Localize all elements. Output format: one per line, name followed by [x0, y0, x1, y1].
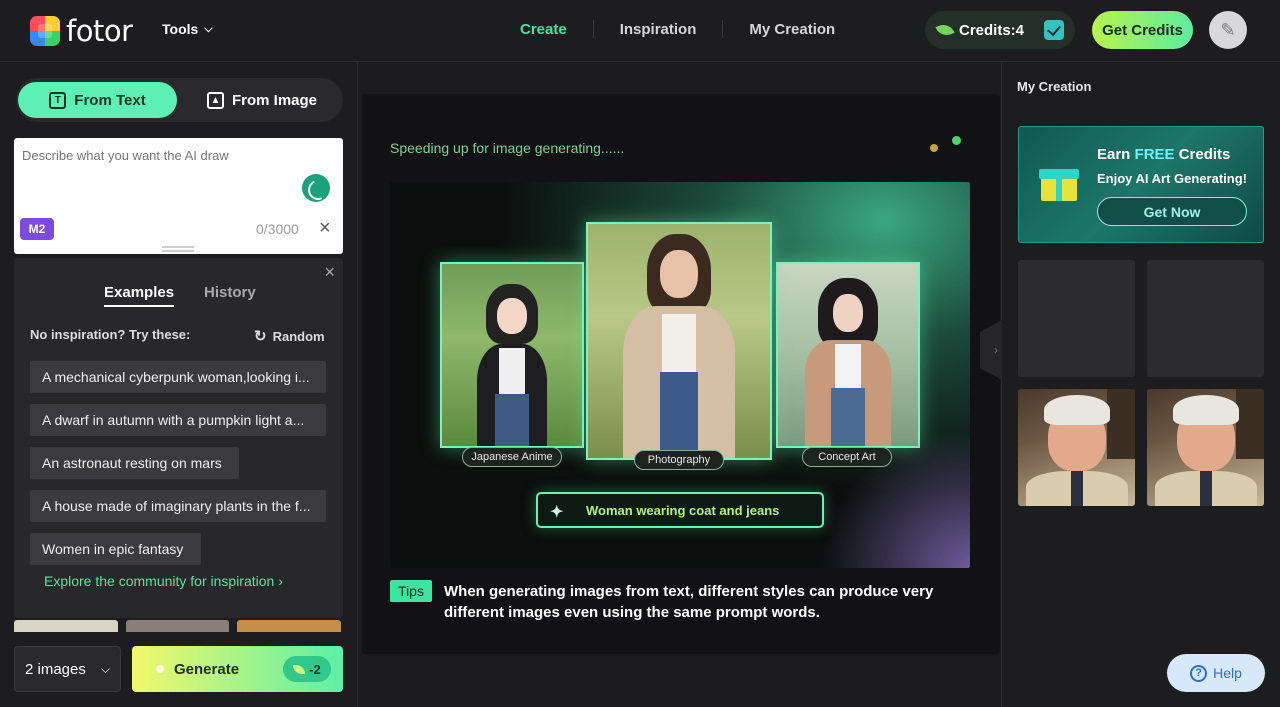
fotor-logo[interactable]: fotor — [30, 14, 133, 48]
refresh-icon: ↻ — [254, 328, 267, 345]
image-count-value: 2 images — [25, 660, 86, 678]
sample-prompt-pill: ✦ Woman wearing coat and jeans — [536, 492, 824, 528]
explore-community-link[interactable]: Explore the community for inspiration › — [44, 573, 283, 589]
tools-label: Tools — [162, 21, 199, 37]
generation-status: Speeding up for image generating...... — [390, 140, 625, 156]
clear-prompt-icon[interactable]: × — [319, 218, 331, 238]
leaf-icon — [293, 664, 306, 674]
logo-mark-icon — [30, 16, 60, 46]
creation-thumbnail[interactable] — [1147, 389, 1264, 506]
example-chip[interactable]: An astronaut resting on mars — [30, 447, 239, 479]
generate-cost: -2 — [309, 661, 321, 677]
tips-text: When generating images from text, differ… — [444, 583, 934, 621]
credits-display[interactable]: Credits:4 — [925, 11, 1075, 49]
from-text-label: From Text — [74, 91, 146, 109]
from-text-tab[interactable]: T From Text — [18, 82, 177, 118]
examples-tabs: Examples History — [104, 284, 256, 307]
tips-badge: Tips — [390, 580, 432, 602]
style-label-concept-art: Concept Art — [802, 447, 892, 467]
help-label: Help — [1213, 665, 1242, 681]
promo-title-free: FREE — [1134, 146, 1175, 163]
preview-area: Speeding up for image generating...... J… — [359, 62, 1001, 707]
left-panel: T From Text ▲ From Image M2 0/3000 × × E… — [0, 62, 358, 707]
promo-title: Earn FREE Credits — [1097, 146, 1230, 163]
help-button[interactable]: ? Help — [1167, 654, 1265, 692]
chevron-right-icon: › — [278, 573, 283, 589]
style-showcase-banner: Japanese Anime Photography Concept Art ✦… — [390, 182, 970, 568]
user-icon: ✎ — [1220, 19, 1236, 40]
tab-history[interactable]: History — [204, 284, 256, 307]
concept-art-style-card — [776, 262, 920, 448]
get-credits-button[interactable]: Get Credits — [1092, 11, 1193, 49]
explore-label: Explore the community for inspiration — [44, 573, 275, 589]
promo-subtitle: Enjoy AI Art Generating! — [1097, 171, 1247, 186]
model-badge[interactable]: M2 — [20, 218, 54, 240]
nav-inspiration[interactable]: Inspiration — [594, 21, 723, 38]
image-count-select[interactable]: 2 images ⌵ — [14, 646, 121, 692]
chevron-down-icon: ⌵ — [100, 661, 110, 676]
chevron-down-icon: ⌵ — [204, 22, 213, 35]
image-icon: ▲ — [206, 91, 224, 109]
prompt-box: M2 0/3000 × — [14, 138, 343, 254]
example-chip[interactable]: Women in epic fantasy — [30, 533, 201, 565]
question-icon: ? — [1190, 664, 1208, 682]
from-image-tab[interactable]: ▲ From Image — [192, 82, 332, 118]
style-thumbnail[interactable] — [126, 620, 229, 632]
main-nav: Create Inspiration My Creation — [500, 20, 861, 38]
user-avatar[interactable]: ✎ — [1209, 11, 1247, 49]
anime-style-card — [440, 262, 584, 448]
char-counter: 0/3000 — [256, 221, 299, 237]
random-button[interactable]: ↻ Random — [254, 327, 325, 345]
generate-dot-icon — [156, 665, 164, 673]
random-label: Random — [272, 328, 325, 344]
prompt-input[interactable] — [22, 148, 292, 163]
leaf-icon — [935, 21, 955, 39]
nav-my-creation[interactable]: My Creation — [723, 21, 861, 38]
example-chip[interactable]: A dwarf in autumn with a pumpkin light a… — [30, 404, 326, 436]
examples-panel: × Examples History No inspiration? Try t… — [14, 258, 343, 618]
example-chip[interactable]: A mechanical cyberpunk woman,looking i..… — [30, 361, 326, 393]
gift-icon — [1039, 163, 1079, 203]
top-bar: fotor Tools ⌵ Create Inspiration My Crea… — [0, 0, 1280, 62]
chevron-right-icon: › — [994, 343, 998, 357]
credits-label: Credits:4 — [959, 21, 1025, 39]
inspiration-hint: No inspiration? Try these: — [30, 327, 191, 342]
photography-style-card — [586, 222, 772, 460]
promo-title-pre: Earn — [1097, 146, 1131, 163]
generate-cost-badge: -2 — [283, 656, 331, 682]
style-thumbnail[interactable] — [237, 620, 341, 632]
earn-credits-promo: Earn FREE Credits Enjoy AI Art Generatin… — [1018, 126, 1264, 243]
generate-label: Generate — [174, 660, 240, 678]
promo-title-post: Credits — [1178, 146, 1231, 163]
generating-placeholder — [1018, 260, 1135, 377]
creation-thumbnail[interactable] — [1018, 389, 1135, 506]
get-now-button[interactable]: Get Now — [1097, 197, 1247, 226]
mode-switch: T From Text ▲ From Image — [16, 78, 343, 122]
sparkle-icon: ✦ — [550, 504, 564, 521]
tools-menu[interactable]: Tools ⌵ — [162, 21, 213, 37]
generation-stage: Speeding up for image generating...... J… — [362, 94, 1000, 654]
from-image-label: From Image — [231, 91, 318, 109]
tab-examples[interactable]: Examples — [104, 284, 175, 307]
logo-text: fotor — [66, 14, 133, 48]
grammar-assist-icon[interactable] — [302, 174, 330, 202]
style-thumbnail[interactable] — [14, 620, 118, 632]
text-icon: T — [49, 91, 67, 109]
sample-prompt-text: Woman wearing coat and jeans — [586, 502, 780, 518]
style-label-anime: Japanese Anime — [462, 447, 562, 467]
style-thumbnails — [14, 620, 343, 632]
close-icon[interactable]: × — [324, 262, 335, 283]
generating-placeholder — [1147, 260, 1264, 377]
task-check-icon[interactable] — [1044, 20, 1065, 40]
style-label-photography: Photography — [634, 450, 724, 470]
generate-button[interactable]: Generate -2 — [132, 646, 343, 692]
example-chip[interactable]: A house made of imaginary plants in the … — [30, 490, 326, 522]
nav-create[interactable]: Create — [500, 21, 593, 38]
resize-handle[interactable] — [162, 246, 194, 252]
my-creation-panel: › My Creation Earn FREE Credits Enjoy AI… — [980, 62, 1280, 707]
panel-title: My Creation — [1017, 79, 1092, 94]
